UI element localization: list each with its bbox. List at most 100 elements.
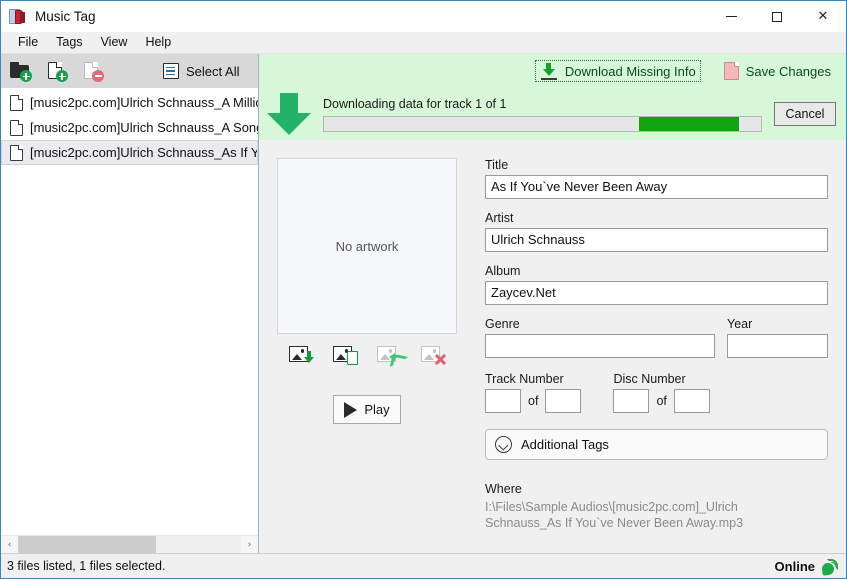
menu-item-file[interactable]: File xyxy=(9,32,47,53)
action-bar: Download Missing Info Save Changes Downl… xyxy=(259,54,846,140)
title-bar: Music Tag ✕ xyxy=(1,1,846,32)
select-all-button[interactable]: Select All xyxy=(163,63,239,79)
save-page-icon xyxy=(723,62,739,80)
list-icon xyxy=(163,63,179,79)
minimize-button[interactable] xyxy=(708,1,754,32)
save-changes-label: Save Changes xyxy=(745,63,831,79)
where-label: Where xyxy=(485,482,522,496)
chevron-down-circle-icon xyxy=(495,436,512,453)
save-changes-button[interactable]: Save Changes xyxy=(719,60,836,82)
app-window: Music Tag ✕ File Tags View Help Select A… xyxy=(0,0,847,579)
play-label: Play xyxy=(364,402,390,417)
artwork-tools xyxy=(289,345,447,371)
play-triangle-icon xyxy=(344,401,358,418)
artist-label: Artist xyxy=(485,211,514,225)
disc-number-group: Disc Number of xyxy=(613,372,710,413)
close-icon: ✕ xyxy=(817,9,829,24)
artwork-placeholder[interactable]: No artwork xyxy=(277,158,457,334)
tag-editor: No artwork Play Title As If You`ve Never… xyxy=(259,140,846,553)
menu-item-view[interactable]: View xyxy=(92,32,137,53)
title-input[interactable]: As If You`ve Never Been Away xyxy=(485,175,828,199)
add-folder-icon[interactable] xyxy=(9,59,33,83)
scroll-thumb[interactable] xyxy=(18,536,157,553)
file-name: [music2pc.com]Ulrich Schnauss_A Million xyxy=(30,95,258,110)
additional-tags-button[interactable]: Additional Tags xyxy=(485,429,828,460)
download-missing-info-button[interactable]: Download Missing Info xyxy=(534,60,701,82)
list-item[interactable]: [music2pc.com]Ulrich Schnauss_A Song A xyxy=(1,115,258,140)
scroll-track[interactable] xyxy=(18,536,241,553)
status-text: 3 files listed, 1 files selected. xyxy=(7,559,166,573)
restore-artwork-icon xyxy=(377,345,409,371)
track-of-label: of xyxy=(528,394,539,408)
genre-field-group: Genre xyxy=(485,317,715,358)
progress-column: Downloading data for track 1 of 1 xyxy=(323,97,762,132)
scroll-left-arrow-icon[interactable]: ‹ xyxy=(1,536,18,553)
artist-field-group: Artist Ulrich Schnauss xyxy=(485,211,828,252)
album-field-group: Album Zaycev.Net xyxy=(485,264,828,305)
list-item[interactable]: [music2pc.com]Ulrich Schnauss_A Million xyxy=(1,90,258,115)
remove-file-icon xyxy=(81,59,105,83)
where-path: I:\Files\Sample Audios\[music2pc.com]_Ul… xyxy=(485,500,744,530)
remove-artwork-icon[interactable] xyxy=(421,345,447,366)
title-label: Title xyxy=(485,158,509,172)
progress-status-text: Downloading data for track 1 of 1 xyxy=(323,96,507,111)
genre-year-row: Genre Year xyxy=(485,317,828,358)
track-number-input[interactable] xyxy=(485,389,521,413)
file-icon xyxy=(10,119,23,136)
track-number-label: Track Number xyxy=(485,372,564,386)
file-icon xyxy=(10,94,23,111)
artist-input[interactable]: Ulrich Schnauss xyxy=(485,228,828,252)
action-bar-buttons: Download Missing Info Save Changes xyxy=(259,54,846,88)
fields-column: Title As If You`ve Never Been Away Artis… xyxy=(485,158,828,553)
album-label: Album xyxy=(485,264,521,278)
disc-number-input[interactable] xyxy=(613,389,650,413)
track-number-group: Track Number of xyxy=(485,372,582,413)
online-status: Online xyxy=(775,558,838,576)
menu-item-tags[interactable]: Tags xyxy=(47,32,91,53)
big-green-down-arrow-icon xyxy=(267,93,311,135)
album-input[interactable]: Zaycev.Net xyxy=(485,281,828,305)
main-body: Select All [music2pc.com]Ulrich Schnauss… xyxy=(1,54,846,553)
list-item-selected[interactable]: [music2pc.com]Ulrich Schnauss_As If You` xyxy=(1,140,258,165)
title-field-group: Title As If You`ve Never Been Away xyxy=(485,158,828,199)
download-arrow-icon xyxy=(540,62,558,80)
scroll-right-arrow-icon[interactable]: › xyxy=(241,536,258,553)
download-progress-area: Downloading data for track 1 of 1 Cancel xyxy=(259,88,846,140)
add-file-icon[interactable] xyxy=(45,59,69,83)
music-tag-app-icon xyxy=(9,8,26,25)
year-input[interactable] xyxy=(727,334,828,358)
progress-bar xyxy=(323,115,762,132)
file-name: [music2pc.com]Ulrich Schnauss_A Song A xyxy=(30,120,258,135)
file-name: [music2pc.com]Ulrich Schnauss_As If You` xyxy=(30,145,257,160)
select-all-label: Select All xyxy=(186,63,240,79)
where-block: Where I:\Files\Sample Audios\[music2pc.c… xyxy=(485,482,828,531)
satellite-online-icon xyxy=(821,558,838,576)
play-button[interactable]: Play xyxy=(333,395,401,424)
track-disc-row: Track Number of Disc Number of xyxy=(485,372,828,413)
file-panel: Select All [music2pc.com]Ulrich Schnauss… xyxy=(1,54,259,553)
menu-item-help[interactable]: Help xyxy=(136,32,180,53)
file-list[interactable]: [music2pc.com]Ulrich Schnauss_A Million … xyxy=(1,88,258,535)
window-controls: ✕ xyxy=(708,1,846,32)
menu-bar: File Tags View Help xyxy=(1,32,846,54)
artwork-column: No artwork Play xyxy=(277,158,457,553)
maximize-icon xyxy=(772,11,782,22)
download-artwork-icon[interactable] xyxy=(289,345,314,365)
genre-input[interactable] xyxy=(485,334,715,358)
status-bar: 3 files listed, 1 files selected. Online xyxy=(1,553,846,578)
artwork-from-file-icon[interactable] xyxy=(333,345,358,365)
disc-number-label: Disc Number xyxy=(613,372,686,386)
progress-bar-chunk xyxy=(638,116,740,131)
genre-label: Genre xyxy=(485,317,520,331)
additional-tags-label: Additional Tags xyxy=(521,437,609,452)
maximize-button[interactable] xyxy=(754,1,800,32)
close-button[interactable]: ✕ xyxy=(800,1,846,32)
track-total-input[interactable] xyxy=(545,389,582,413)
window-title: Music Tag xyxy=(35,9,96,24)
file-list-horizontal-scrollbar[interactable]: ‹ › xyxy=(1,535,258,553)
editor-panel: Download Missing Info Save Changes Downl… xyxy=(259,54,846,553)
disc-total-input[interactable] xyxy=(673,389,710,413)
year-label: Year xyxy=(727,317,753,331)
disc-of-label: of xyxy=(656,394,667,408)
cancel-button[interactable]: Cancel xyxy=(774,102,836,126)
